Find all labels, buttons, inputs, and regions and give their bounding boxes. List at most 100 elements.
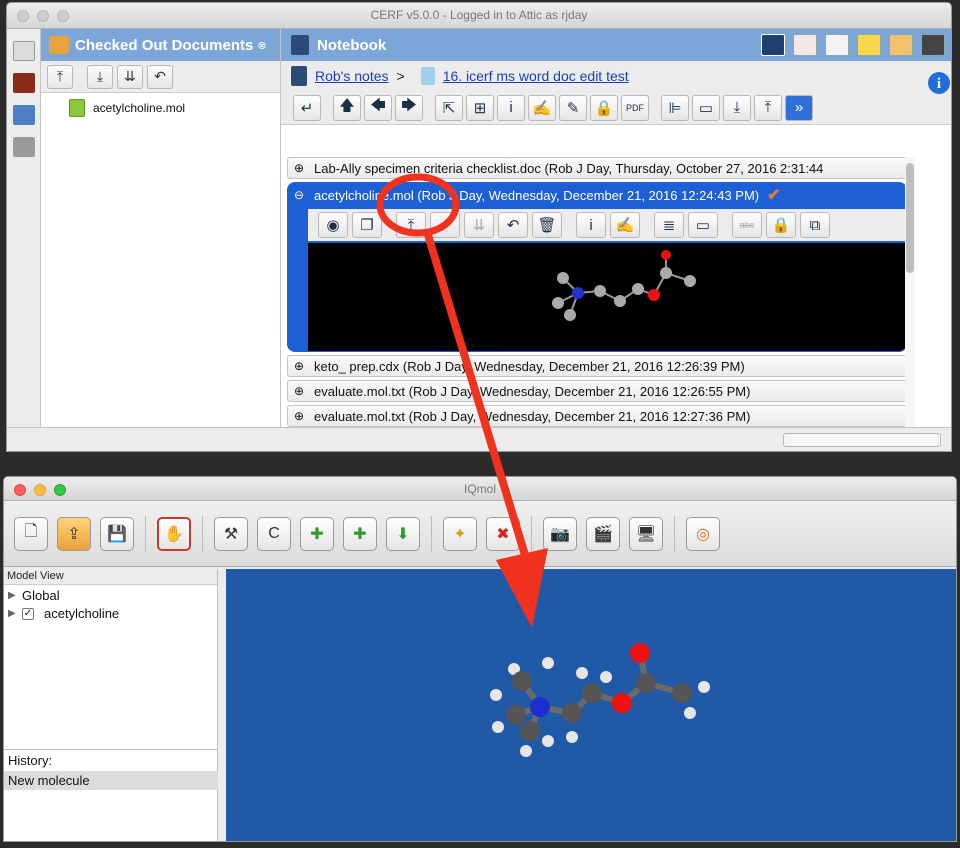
model-view-panel: Model View ▶ Global ▶ ✓ acetylcholine Hi… bbox=[4, 569, 218, 841]
list-item[interactable]: acetylcholine.mol bbox=[41, 93, 280, 117]
view-button[interactable]: ◉ bbox=[318, 212, 348, 238]
expand-icon[interactable]: ⊕ bbox=[292, 359, 306, 373]
tab-checked-out-documents[interactable]: Checked Out Documents ⊗ bbox=[41, 29, 280, 61]
notebook-panel: Notebook Rob's notes > 16. icerf ms word… bbox=[281, 29, 951, 451]
history-label: History: bbox=[8, 753, 53, 768]
pen-button[interactable]: ✎ bbox=[559, 94, 587, 121]
align-button[interactable]: ⊫ bbox=[661, 94, 689, 121]
save-button[interactable]: 💾 bbox=[100, 516, 134, 551]
card-button[interactable]: ▭ bbox=[688, 212, 718, 238]
expand-icon[interactable]: ⊕ bbox=[292, 409, 306, 423]
list-item[interactable]: ⊕ evaluate.mol.txt (Rob J Day, Wednesday… bbox=[287, 405, 907, 427]
upload-button[interactable]: ⤒ bbox=[396, 212, 426, 238]
signature-button[interactable]: ✍ bbox=[528, 94, 556, 121]
info-icon[interactable]: i bbox=[927, 71, 951, 95]
fields-button[interactable]: ▭ bbox=[692, 94, 720, 121]
new-file-button[interactable]: 🗋 bbox=[14, 516, 48, 551]
add-hydrogens-button[interactable]: ✚ bbox=[300, 516, 334, 551]
undo-button[interactable]: ↶ bbox=[498, 212, 528, 238]
tree-item-global[interactable]: ▶ Global bbox=[4, 585, 217, 603]
entry-toolbar: ◉ ❐ ⤒ ⤓ ⇊ ↶ 🗑 i ✍ ≣ ▭ abc 🔒 ⧉ bbox=[308, 209, 906, 241]
expanded-entry[interactable]: ⊖ acetylcholine.mol (Rob J Day, Wednesda… bbox=[287, 182, 907, 352]
move-top-button[interactable]: ⤒ bbox=[754, 94, 782, 121]
lock-button[interactable]: 🔒 bbox=[590, 94, 618, 121]
notes-button[interactable]: ≣ bbox=[654, 212, 684, 238]
mail-icon[interactable] bbox=[857, 34, 881, 56]
list-item[interactable]: ⊕ keto_ prep.cdx (Rob J Day, Wednesday, … bbox=[287, 355, 907, 377]
download-button[interactable]: ⤓ bbox=[87, 64, 113, 89]
camera-button[interactable]: 📷 bbox=[543, 516, 577, 551]
info-button[interactable]: i bbox=[497, 94, 525, 121]
tree-item-acetylcholine[interactable]: ▶ ✓ acetylcholine bbox=[4, 603, 217, 621]
page-icon bbox=[420, 67, 435, 85]
list-item[interactable]: ⊕ Lab-Ally specimen criteria checklist.d… bbox=[287, 157, 907, 179]
move-down-button[interactable]: ⤓ bbox=[723, 94, 751, 121]
binoculars-icon[interactable] bbox=[921, 34, 945, 56]
arrow-right-button[interactable]: 🡆 bbox=[395, 94, 423, 121]
add-fragment-button[interactable]: ✚ bbox=[343, 516, 377, 551]
open-file-button[interactable]: ⇪ bbox=[57, 516, 91, 551]
molecule-preview[interactable] bbox=[308, 243, 906, 351]
breadcrumb-page-link[interactable]: 16. icerf ms word doc edit test bbox=[443, 68, 629, 84]
open-mail-icon[interactable] bbox=[889, 34, 913, 56]
add-page-button[interactable]: ⊞ bbox=[466, 94, 494, 121]
expand-icon[interactable]: ⊕ bbox=[292, 384, 306, 398]
checked-out-tab-label: Checked Out Documents bbox=[75, 36, 254, 54]
cerf-window-title: CERF v5.0.0 - Logged in to Attic as rjda… bbox=[370, 8, 588, 22]
lock-button[interactable]: 🔒 bbox=[766, 212, 796, 238]
tab-notebook[interactable]: Notebook bbox=[281, 29, 951, 61]
tree-item-label: acetylcholine bbox=[44, 606, 120, 621]
carbon-button[interactable]: C bbox=[257, 516, 291, 551]
arrow-up-button[interactable]: 🡅 bbox=[333, 94, 361, 121]
visibility-checkbox[interactable]: ✓ bbox=[22, 607, 34, 620]
copy-button[interactable]: ❐ bbox=[352, 212, 382, 238]
share-button[interactable]: ⇱ bbox=[435, 94, 463, 121]
strikethrough-button[interactable]: abc bbox=[732, 212, 762, 238]
help-button[interactable]: ◎ bbox=[686, 516, 720, 551]
download-stack-button[interactable]: ⇊ bbox=[464, 212, 494, 238]
model-view-header: Model View bbox=[4, 569, 217, 585]
undo-checkout-button[interactable]: ↶ bbox=[147, 64, 173, 89]
notebook-icon bbox=[291, 35, 309, 55]
list-view-icon[interactable] bbox=[825, 34, 849, 56]
notebook-view-icon[interactable] bbox=[761, 34, 785, 56]
movie-button[interactable]: 🎬 bbox=[586, 516, 620, 551]
build-tools-button[interactable]: ⚒ bbox=[214, 516, 248, 551]
svg-text:i: i bbox=[937, 76, 941, 92]
left-icon-strip bbox=[7, 29, 41, 427]
disclosure-arrow-icon[interactable]: ▶ bbox=[8, 608, 22, 619]
molecule-viewport[interactable] bbox=[226, 569, 956, 841]
signature-button[interactable]: ✍ bbox=[610, 212, 640, 238]
collapse-icon[interactable]: ⊖ bbox=[292, 188, 306, 202]
breadcrumb-notebook-link[interactable]: Rob's notes bbox=[315, 68, 389, 84]
download-all-button[interactable]: ⇊ bbox=[117, 64, 143, 89]
upload-button[interactable]: ⤒ bbox=[47, 64, 73, 89]
cerf-window: CERF v5.0.0 - Logged in to Attic as rjda… bbox=[6, 2, 952, 452]
arrow-left-button[interactable]: 🡄 bbox=[364, 94, 392, 121]
info-button[interactable]: i bbox=[576, 212, 606, 238]
close-tab-icon[interactable]: ⊗ bbox=[257, 39, 266, 52]
certificate-icon[interactable] bbox=[793, 34, 817, 56]
trash-button[interactable]: 🗑 bbox=[532, 212, 562, 238]
more-button[interactable]: » bbox=[785, 94, 813, 121]
hand-tool-button[interactable]: ✋ bbox=[157, 516, 191, 551]
select-tool-button[interactable]: ✦ bbox=[443, 516, 477, 551]
vertical-scrollbar[interactable] bbox=[905, 157, 915, 451]
disclosure-arrow-icon[interactable]: ▶ bbox=[8, 590, 22, 601]
drive-icon[interactable] bbox=[13, 137, 35, 157]
window-button[interactable]: ⧉ bbox=[800, 212, 830, 238]
expand-icon[interactable]: ⊕ bbox=[292, 161, 306, 175]
delete-button[interactable]: ✖ bbox=[486, 516, 520, 551]
download-button[interactable]: ⤓ bbox=[430, 212, 460, 238]
status-bar bbox=[7, 427, 951, 451]
pdf-button[interactable]: PDF bbox=[621, 94, 649, 121]
network-icon[interactable] bbox=[13, 105, 35, 125]
minimize-energy-button[interactable]: ⬇ bbox=[386, 516, 420, 551]
history-item[interactable]: New molecule bbox=[4, 771, 218, 790]
books-icon[interactable] bbox=[13, 73, 35, 93]
document-icon[interactable] bbox=[13, 41, 35, 61]
list-item[interactable]: ⊕ evaluate.mol.txt (Rob J Day, Wednesday… bbox=[287, 380, 907, 402]
scrollbar-thumb[interactable] bbox=[906, 163, 914, 273]
enter-button[interactable]: ↵ bbox=[293, 94, 321, 121]
fullscreen-button[interactable]: 🖥 bbox=[629, 516, 663, 551]
